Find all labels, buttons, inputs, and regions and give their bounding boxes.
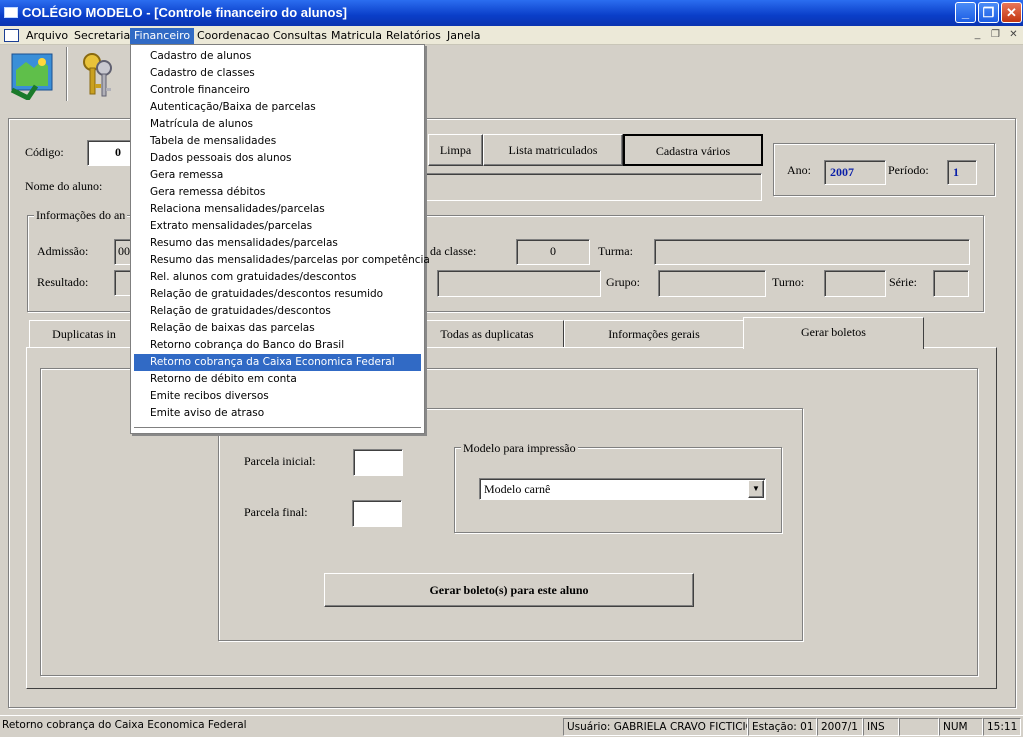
toolbar-separator [66, 47, 68, 101]
menu-arquivo[interactable]: Arquivo [22, 28, 72, 44]
mdi-close-icon[interactable]: ✕ [1006, 28, 1021, 42]
financeiro-menu-item[interactable]: Gera remessa débitos [134, 184, 421, 201]
financeiro-menu-item[interactable]: Extrato mensalidades/parcelas [134, 218, 421, 235]
blank-field [437, 270, 601, 297]
informacoes-group-label: Informações do an [34, 208, 128, 223]
menu-relatorios[interactable]: Relatórios [382, 28, 445, 44]
keys-tool-icon[interactable] [76, 50, 122, 100]
ano-field: 2007 [824, 160, 886, 185]
lista-matriculados-button[interactable]: Lista matriculados [483, 134, 623, 166]
menu-consultas[interactable]: Consultas [269, 28, 331, 44]
maximize-button[interactable]: ❐ [978, 2, 999, 23]
status-ins: INS [863, 718, 899, 736]
financeiro-menu-item[interactable]: Emite aviso de atraso [134, 405, 421, 422]
financeiro-menu-item[interactable]: Resumo das mensalidades/parcelas [134, 235, 421, 252]
title-bar: COLÉGIO MODELO - [Controle financeiro do… [0, 0, 1023, 26]
financeiro-menu-item[interactable]: Tabela de mensalidades [134, 133, 421, 150]
financeiro-menu-item[interactable]: Relação de gratuidades/descontos [134, 303, 421, 320]
close-button[interactable]: ✕ [1001, 2, 1022, 23]
map-tool-icon[interactable] [8, 50, 60, 102]
grupo-label: Grupo: [606, 275, 640, 289]
turno-field [824, 270, 886, 297]
tab-informacoes-gerais[interactable]: Informações gerais [564, 320, 744, 348]
financeiro-menu-item[interactable]: Autenticação/Baixa de parcelas [134, 99, 421, 116]
status-blank [899, 718, 939, 736]
modelo-group-label: Modelo para impressão [461, 441, 578, 456]
status-num: NUM [939, 718, 983, 736]
modelo-select[interactable]: Modelo carnê ▼ [479, 478, 766, 500]
financeiro-menu-item[interactable]: Retorno cobrança da Caixa Economica Fede… [134, 354, 421, 371]
status-usuario: Usuário: GABRIELA CRAVO FICTICIO [563, 718, 748, 736]
financeiro-menu-item[interactable]: Relação de gratuidades/descontos resumid… [134, 286, 421, 303]
grupo-field [658, 270, 766, 297]
financeiro-menu: Cadastro de alunos Cadastro de classes Con… [130, 44, 430, 434]
menu-coordenacao[interactable]: Coordenacao [193, 28, 273, 44]
resultado-label: Resultado: [37, 275, 89, 289]
status-estacao: Estação: 01 [748, 718, 817, 736]
window-title: COLÉGIO MODELO - [Controle financeiro do… [22, 5, 347, 20]
menu-janela[interactable]: Janela [443, 28, 485, 44]
mdi-restore-icon[interactable]: ❐ [988, 28, 1003, 42]
status-periodo: 2007/1 [817, 718, 863, 736]
status-time: 15:11 [983, 718, 1021, 736]
parcela-final-input[interactable] [352, 500, 402, 527]
periodo-label: Período: [888, 163, 929, 177]
status-bar: Retorno cobrança do Caixa Economica Fede… [0, 715, 1023, 737]
turno-label: Turno: [772, 275, 805, 289]
minimize-button[interactable]: _ [955, 2, 976, 23]
financeiro-menu-item[interactable]: Relação de baixas das parcelas [134, 320, 421, 337]
modelo-select-value: Modelo carnê [484, 482, 551, 496]
codigo-label: Código: [25, 145, 64, 159]
cadastra-varios-button[interactable]: Cadastra vários [623, 134, 763, 166]
menu-secretaria[interactable]: Secretaria [70, 28, 134, 44]
gerar-boletos-button[interactable]: Gerar boleto(s) para este aluno [324, 573, 694, 607]
chevron-down-icon[interactable]: ▼ [748, 480, 764, 498]
financeiro-menu-item[interactable]: Dados pessoais dos alunos [134, 150, 421, 167]
nome-aluno-field [420, 173, 762, 201]
ano-label: Ano: [787, 163, 811, 177]
classe-field: 0 [516, 239, 590, 265]
financeiro-menu-item[interactable]: Emite recibos diversos [134, 388, 421, 405]
financeiro-menu-item[interactable]: Controle financeiro [134, 82, 421, 99]
admissao-label: Admissão: [37, 244, 89, 258]
financeiro-menu-item[interactable]: Rel. alunos com gratuidades/descontos [134, 269, 421, 286]
mdi-child-icon[interactable] [4, 29, 19, 42]
periodo-field: 1 [947, 160, 977, 185]
financeiro-menu-item[interactable]: Cadastro de alunos [134, 48, 421, 65]
app-icon [4, 7, 18, 18]
turma-label: Turma: [598, 244, 633, 258]
parcela-inicial-input[interactable] [353, 449, 403, 476]
menu-matricula[interactable]: Matricula [327, 28, 386, 44]
financeiro-menu-item[interactable]: Resumo das mensalidades/parcelas por com… [134, 252, 430, 269]
serie-label: Série: [889, 275, 917, 289]
menu-separator [134, 427, 421, 429]
codigo-input[interactable]: 0 [87, 140, 132, 166]
classe-label: da classe: [430, 244, 477, 258]
financeiro-menu-item[interactable]: Retorno cobrança do Banco do Brasil [134, 337, 421, 354]
turma-field [654, 239, 970, 265]
status-message: Retorno cobrança do Caixa Economica Fede… [2, 719, 247, 731]
serie-field [933, 270, 969, 297]
nome-aluno-label: Nome do aluno: [25, 179, 103, 193]
financeiro-menu-item[interactable]: Relaciona mensalidades/parcelas [134, 201, 421, 218]
menu-financeiro[interactable]: Financeiro [130, 28, 195, 44]
financeiro-menu-item[interactable]: Retorno de débito em conta [134, 371, 421, 388]
tab-gerar-boletos[interactable]: Gerar boletos [743, 317, 924, 349]
financeiro-menu-item[interactable]: Matrícula de alunos [134, 116, 421, 133]
parcela-inicial-label: Parcela inicial: [244, 454, 316, 468]
tab-duplicatas[interactable]: Duplicatas in [29, 320, 139, 348]
tab-todas-duplicatas[interactable]: Todas as duplicatas [410, 320, 564, 348]
limpa-button[interactable]: Limpa [428, 134, 483, 166]
financeiro-menu-item[interactable]: Gera remessa [134, 167, 421, 184]
financeiro-menu-item[interactable]: Cadastro de classes [134, 65, 421, 82]
parcela-final-label: Parcela final: [244, 505, 308, 519]
menu-bar: Arquivo Secretaria Financeiro Coordenaca… [0, 26, 1023, 45]
mdi-minimize-icon[interactable]: _ [970, 28, 985, 42]
